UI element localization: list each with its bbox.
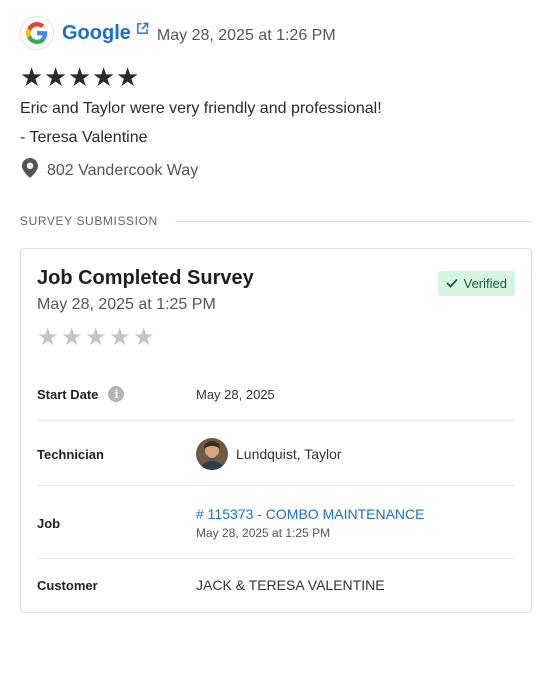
star-icon: ★ xyxy=(61,324,83,351)
section-divider: SURVEY SUBMISSION xyxy=(20,214,532,228)
job-date: May 28, 2025 at 1:25 PM xyxy=(196,526,331,540)
star-icon: ★ xyxy=(44,62,68,92)
review-text: Eric and Taylor were very friendly and p… xyxy=(20,100,382,117)
start-date-label-wrap: Start Date i xyxy=(37,386,196,402)
review-source-label[interactable]: Google xyxy=(62,22,131,45)
start-date-row: Start Date i May 28, 2025 xyxy=(37,382,515,406)
job-label: Job xyxy=(37,515,61,531)
star-icon: ★ xyxy=(68,62,92,92)
star-icon: ★ xyxy=(92,62,116,92)
star-icon: ★ xyxy=(85,324,107,351)
external-link-icon[interactable] xyxy=(136,18,149,41)
google-logo xyxy=(20,16,54,50)
survey-rating: ★ ★ ★ ★ ★ xyxy=(37,326,157,350)
star-icon: ★ xyxy=(37,324,59,351)
google-review-link[interactable]: Google xyxy=(62,22,149,45)
survey-title: Job Completed Survey xyxy=(37,267,254,289)
review-date: May 28, 2025 at 1:26 PM xyxy=(156,27,336,44)
technician-row: Technician Lundquist, Taylor xyxy=(37,437,515,471)
survey-date: May 28, 2025 at 1:25 PM xyxy=(37,296,216,313)
divider-line xyxy=(173,220,532,222)
row-divider xyxy=(37,420,515,421)
row-divider xyxy=(37,558,515,559)
verified-label: Verified xyxy=(463,276,507,291)
customer-row: Customer JACK & TERESA VALENTINE xyxy=(37,575,515,595)
review-rating: ★ ★ ★ ★ ★ xyxy=(20,62,140,92)
star-icon: ★ xyxy=(109,324,131,351)
customer-value: JACK & TERESA VALENTINE xyxy=(196,577,385,593)
map-pin-icon xyxy=(22,158,38,183)
technician-value: Lundquist, Taylor xyxy=(196,438,342,470)
survey-card: Job Completed Survey May 28, 2025 at 1:2… xyxy=(20,248,532,613)
start-date-value: May 28, 2025 xyxy=(196,386,275,402)
review-author: - Teresa Valentine xyxy=(20,129,148,146)
job-row: Job # 115373 - COMBO MAINTENANCE May 28,… xyxy=(37,503,515,543)
star-icon: ★ xyxy=(133,324,155,351)
section-label: SURVEY SUBMISSION xyxy=(20,214,158,228)
row-divider xyxy=(37,485,515,486)
review-location: 802 Vandercook Way xyxy=(22,158,198,183)
job-value: # 115373 - COMBO MAINTENANCE May 28, 202… xyxy=(196,506,424,540)
technician-name: Lundquist, Taylor xyxy=(236,446,342,462)
location-text: 802 Vandercook Way xyxy=(47,161,199,179)
star-icon: ★ xyxy=(116,62,140,92)
start-date-label: Start Date xyxy=(37,386,99,402)
star-icon: ★ xyxy=(20,62,44,92)
verified-badge: Verified xyxy=(437,271,515,296)
avatar xyxy=(196,438,228,470)
check-icon xyxy=(445,276,458,291)
review-header: Google May 28, 2025 at 1:26 PM xyxy=(20,16,336,50)
customer-label: Customer xyxy=(37,577,98,593)
technician-label: Technician xyxy=(37,446,104,462)
info-icon[interactable]: i xyxy=(108,386,125,402)
job-link[interactable]: # 115373 - COMBO MAINTENANCE xyxy=(196,506,424,522)
